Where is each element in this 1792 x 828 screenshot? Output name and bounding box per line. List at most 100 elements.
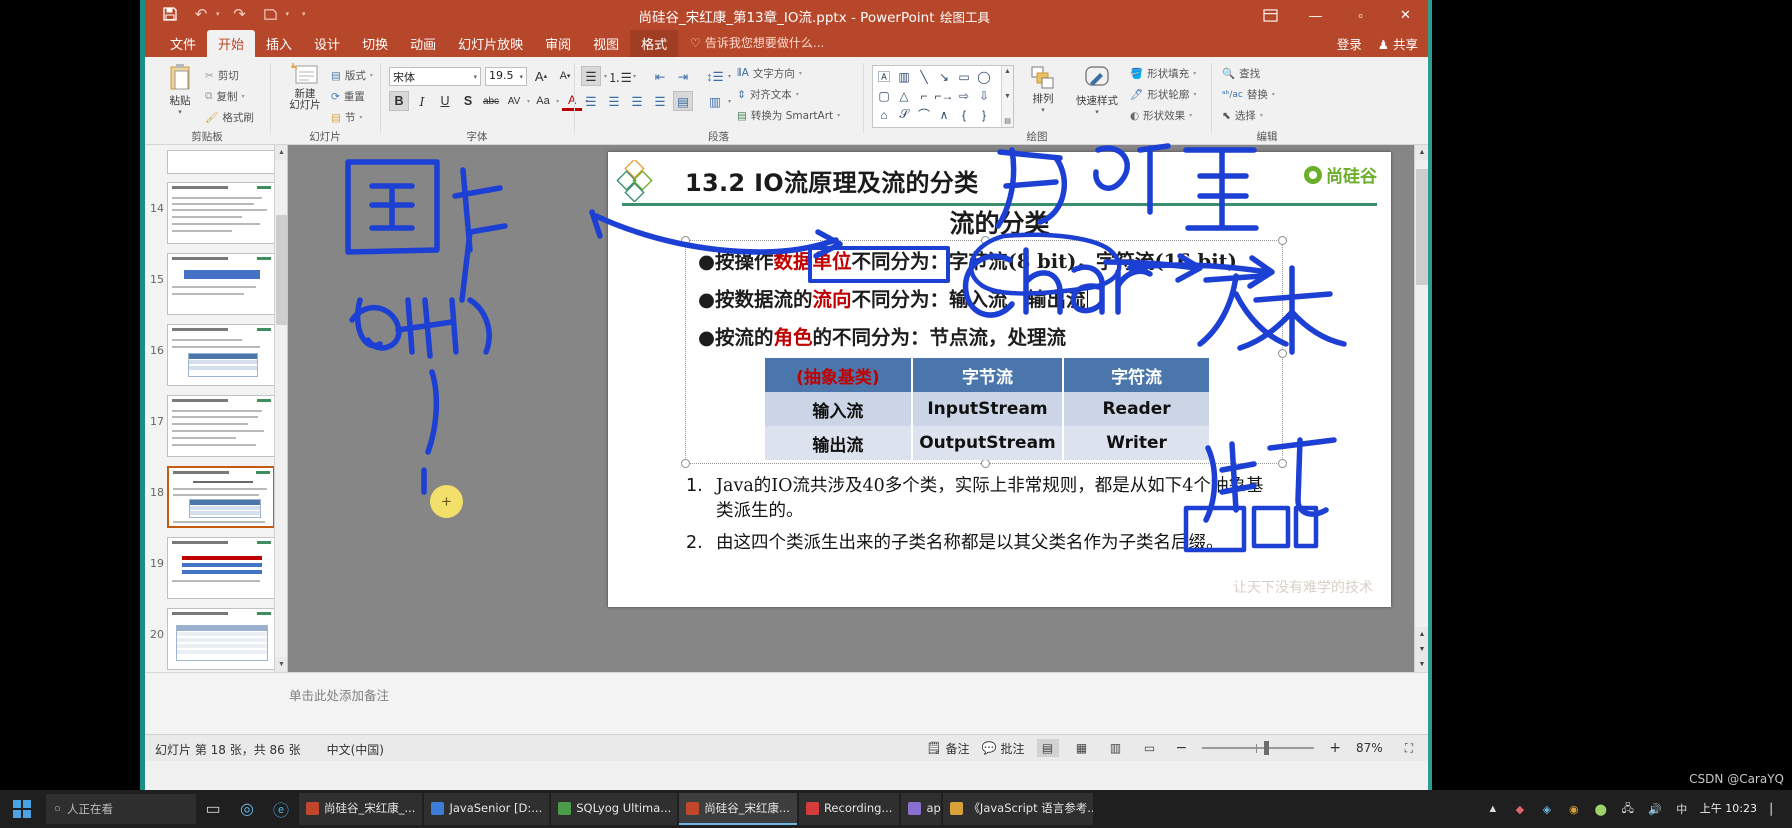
shapes-more-icon[interactable]: ▤ — [1004, 117, 1011, 125]
shape-scribble-icon[interactable]: 𝒮 — [894, 105, 914, 124]
resize-handle-br[interactable] — [1278, 459, 1287, 468]
taskbar-item-3[interactable]: SQLyog Ultima... — [551, 793, 678, 825]
tab-view[interactable]: 视图 — [582, 30, 630, 58]
align-text-button[interactable]: ⇕ 对齐文本 ▾ — [737, 84, 840, 105]
taskbar-item-6[interactable]: api — [901, 793, 942, 825]
align-right-button[interactable]: ☰ — [627, 91, 647, 111]
cut-button[interactable]: ✂ 剪切 — [205, 65, 254, 86]
taskbar-item-7[interactable]: 《JavaScript 语言参考... — [943, 793, 1094, 825]
signin-label[interactable]: 登录 — [1337, 34, 1362, 53]
shape-down-arrow-icon[interactable]: ⇩ — [974, 86, 994, 105]
text-shadow-button[interactable]: S — [458, 91, 478, 111]
resize-handle-tr[interactable] — [1278, 236, 1287, 245]
thumbnail-scroll-up-icon[interactable]: ▲ — [275, 145, 287, 160]
decrease-indent-button[interactable]: ⇤ — [650, 66, 670, 86]
tab-insert[interactable]: 插入 — [255, 30, 303, 58]
tray-network-icon[interactable]: 🖧 — [1619, 800, 1637, 818]
slide-title[interactable]: 13.2 IO流原理及流的分类 — [685, 163, 978, 198]
tab-home[interactable]: 开始 — [207, 30, 256, 58]
thumbnail-18[interactable]: 18 — [145, 461, 287, 532]
tray-ime-icon[interactable]: 中 — [1673, 800, 1691, 818]
language-indicator[interactable]: 中文(中国) — [327, 741, 384, 758]
font-name-combo[interactable]: 宋体 ▾ — [389, 66, 481, 86]
resize-handle-tc[interactable] — [981, 236, 990, 245]
thumbnail-20[interactable]: 20 — [145, 603, 287, 672]
tray-app-icon-2[interactable]: ◈ — [1538, 800, 1556, 818]
tell-me-box[interactable]: ♡ 告诉我您想要做什么... — [690, 30, 824, 51]
underline-button[interactable]: U — [435, 91, 455, 111]
taskbar-item-1[interactable]: 尚硅谷_宋红康_... — [299, 793, 423, 825]
thumbnail-19[interactable]: 19 — [145, 532, 287, 603]
resize-handle-bc[interactable] — [981, 459, 990, 468]
slide-canvas[interactable]: 13.2 IO流原理及流的分类 尚硅谷 流的分类 ●按操作数据单位不同分为：字节… — [608, 152, 1391, 607]
shape-rounded-rect-icon[interactable]: ▢ — [874, 86, 894, 105]
find-button[interactable]: 🔍 查找 — [1222, 63, 1275, 84]
slide-scroll-thumb[interactable] — [1416, 169, 1428, 285]
tray-expand-icon[interactable]: ▲ — [1484, 800, 1502, 818]
replace-button[interactable]: ᵃᵇ/ac 替换 ▾ — [1222, 84, 1275, 105]
view-normal-icon[interactable]: ▤ — [1036, 739, 1059, 757]
arrange-button[interactable]: 排列 ▾ — [1022, 65, 1064, 114]
paste-button[interactable]: 粘贴 ▾ — [157, 63, 203, 116]
comments-toggle-button[interactable]: 💬 批注 — [982, 740, 1025, 757]
shape-curve-icon[interactable]: ∧ — [934, 105, 954, 124]
share-button[interactable]: ♟ 共享 — [1378, 34, 1418, 53]
io-stream-table[interactable]: (抽象基类) 字节流 字符流 输入流 InputStream Reader 输出… — [765, 358, 1211, 460]
shape-fill-button[interactable]: 🪣 形状填充 ▾ — [1130, 63, 1196, 84]
thumbnail-scrollbar[interactable]: ▲ ▼ — [274, 145, 287, 672]
shrink-font-button[interactable]: A ▾ — [555, 66, 575, 86]
thumbnail-image-18[interactable] — [167, 466, 275, 528]
tray-app-icon-4[interactable]: ⬤ — [1592, 800, 1610, 818]
taskbar-item-5[interactable]: Recording... — [798, 793, 900, 825]
copy-button[interactable]: ⧉ 复制 ▾ — [205, 86, 254, 107]
view-slide-sorter-icon[interactable]: ▦ — [1071, 739, 1093, 757]
distribute-button[interactable]: ▤ — [673, 91, 693, 111]
tab-format[interactable]: 格式 — [630, 30, 679, 58]
edge-icon[interactable]: ⓔ — [264, 790, 298, 828]
zoom-level-label[interactable]: 87% — [1356, 741, 1386, 755]
resize-handle-bl[interactable] — [681, 459, 690, 468]
justify-button[interactable]: ☰ — [650, 91, 670, 111]
thumbnail-partial-top[interactable] — [145, 145, 287, 177]
convert-smartart-button[interactable]: ▤ 转换为 SmartArt ▾ — [737, 105, 840, 126]
new-slide-button[interactable]: 新建 幻灯片 — [279, 63, 331, 111]
notes-placeholder[interactable]: 单击此处添加备注 — [289, 685, 389, 704]
italic-button[interactable]: I — [412, 91, 432, 111]
shape-vertical-textbox-icon[interactable]: ▥ — [894, 67, 914, 86]
tab-transitions[interactable]: 切换 — [351, 30, 399, 58]
section-button[interactable]: ▤ 节 ▾ — [331, 107, 373, 128]
thumbnail-image-16[interactable] — [167, 324, 275, 386]
shape-arc-icon[interactable]: ⌒ — [914, 105, 934, 124]
tab-slideshow[interactable]: 幻灯片放映 — [447, 30, 534, 58]
thumbnail-16[interactable]: 16 — [145, 319, 287, 390]
increase-indent-button[interactable]: ⇥ — [673, 66, 693, 86]
tray-app-icon-1[interactable]: ◆ — [1511, 800, 1529, 818]
close-button[interactable]: ✕ — [1383, 0, 1428, 30]
cortana-icon[interactable]: ◎ — [230, 790, 264, 828]
shape-textbox-icon[interactable]: 🄰 — [874, 67, 894, 86]
ribbon-display-options-icon[interactable] — [1248, 0, 1293, 30]
bullets-button[interactable]: ☰ — [581, 66, 601, 86]
notes-toggle-button[interactable]: 🗒 备注 — [926, 740, 969, 757]
shape-right-brace-icon[interactable]: } — [974, 105, 994, 124]
shape-arrow-icon[interactable]: ↘ — [934, 67, 954, 86]
taskbar-clock[interactable]: 上午 10:23 — [1700, 802, 1757, 816]
shape-oval-icon[interactable]: ◯ — [974, 67, 994, 86]
tab-design[interactable]: 设计 — [303, 30, 351, 58]
previous-slide-icon[interactable]: ▲ — [1415, 627, 1428, 642]
thumbnail-scroll-down-icon[interactable]: ▼ — [275, 657, 287, 672]
zoom-slider[interactable] — [1202, 739, 1315, 757]
thumbnail-image-15[interactable] — [167, 253, 275, 315]
start-button[interactable] — [0, 790, 44, 828]
thumbnail-17[interactable]: 17 — [145, 390, 287, 461]
tray-app-icon-3[interactable]: ◉ — [1565, 800, 1583, 818]
columns-button[interactable]: ▥ — [705, 91, 725, 111]
shapes-gallery[interactable]: 🄰 ▥ ╲ ↘ ▭ ◯ ▢ △ ⌐ ⌐→ ⇨ ⇩ ⌂ 𝒮 ⌒ ∧ {} ▲ ▼… — [872, 65, 1014, 128]
fit-slide-to-window-icon[interactable]: ⛶ — [1398, 739, 1420, 757]
slide-bullet-list[interactable]: ●按操作数据单位不同分为：字节流(8 bit)，字符流(16 bit) ●按数据… — [698, 245, 1288, 359]
shape-line-icon[interactable]: ╲ — [914, 67, 934, 86]
shapes-scroll-down-icon[interactable]: ▼ — [1004, 93, 1011, 100]
slide-scroll-up-icon[interactable]: ▲ — [1415, 145, 1428, 160]
grow-font-button[interactable]: A ▴ — [531, 66, 551, 86]
thumbnail-image-17[interactable] — [167, 395, 275, 457]
